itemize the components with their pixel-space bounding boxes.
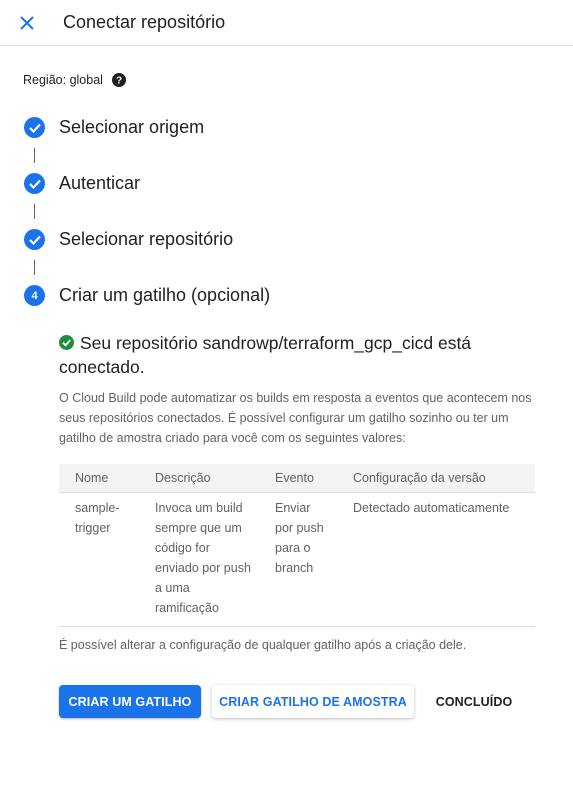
cell-build-config: Detectado automaticamente [337, 492, 535, 627]
region-info: Região: global ? [23, 73, 126, 87]
help-icon[interactable]: ? [111, 73, 126, 87]
step-label: Selecionar origem [59, 117, 205, 137]
step-create-trigger: 4 Criar um gatilho (opcional) [24, 285, 270, 306]
create-sample-trigger-button[interactable]: CRIAR GATILHO DE AMOSTRA [212, 685, 414, 718]
column-header-event: Evento [259, 464, 337, 493]
step-label: Autenticar [59, 173, 141, 193]
done-button[interactable]: CONCLUÍDO [428, 685, 520, 718]
cell-name: sample-trigger [59, 492, 139, 627]
dialog-header: Conectar repositório [0, 0, 573, 46]
close-button[interactable] [14, 10, 40, 36]
step-authenticate: Autenticar [24, 173, 140, 194]
table-row: sample-trigger Invoca um build sempre qu… [59, 492, 535, 627]
check-circle-icon [24, 117, 45, 138]
step-label: Criar um gatilho (opcional) [59, 285, 271, 305]
region-value: global [69, 73, 103, 87]
create-trigger-button[interactable]: CRIAR UM GATILHO [59, 685, 201, 718]
column-header-name: Nome [59, 464, 139, 493]
column-header-description: Descrição [139, 464, 259, 493]
step-label: Selecionar repositório [59, 229, 234, 249]
step-select-repository: Selecionar repositório [24, 229, 233, 250]
step-connector [34, 148, 35, 163]
cell-description: Invoca um build sempre que um código for… [139, 492, 259, 627]
region-label: Região: [23, 73, 67, 87]
check-circle-icon [24, 173, 45, 194]
description: O Cloud Build pode automatizar os builds… [59, 391, 532, 445]
cell-event: Enviar por push para o branch [259, 492, 337, 627]
check-circle-icon [24, 229, 45, 250]
trigger-values-table: Nome Descrição Evento Configuração da ve… [59, 464, 535, 627]
dialog-title: Conectar repositório [63, 12, 226, 32]
close-icon [20, 16, 34, 30]
svg-text:?: ? [116, 76, 122, 87]
step-connector [34, 204, 35, 219]
success-message: Seu repositório sandrowp/terraform_gcp_c… [59, 331, 539, 379]
success-text: Seu repositório sandrowp/terraform_gcp_c… [59, 333, 472, 377]
step-number: 4 [24, 285, 45, 306]
column-header-build-config: Configuração da versão [337, 464, 535, 493]
table-header-row: Nome Descrição Evento Configuração da ve… [59, 464, 535, 493]
step-connector [34, 260, 35, 275]
step-select-source: Selecionar origem [24, 117, 204, 138]
note-text: É possível alterar a configuração de qua… [59, 638, 467, 652]
check-circle-icon [59, 335, 74, 350]
